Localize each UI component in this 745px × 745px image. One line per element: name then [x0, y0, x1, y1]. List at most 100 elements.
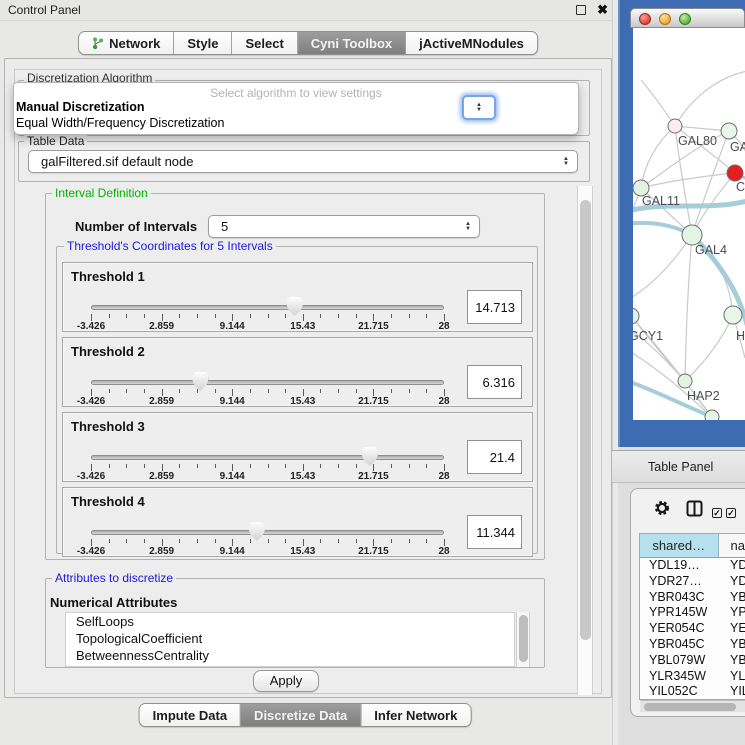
- table-data-combo[interactable]: galFiltered.sif default node ▲▼: [28, 150, 578, 173]
- cell-shared-name[interactable]: YBL079W: [640, 653, 726, 669]
- network-node[interactable]: [724, 306, 742, 324]
- num-intervals-value: 5: [209, 219, 461, 234]
- algorithm-combo-focused[interactable]: ▲▼: [462, 95, 496, 120]
- slider-tick: [179, 464, 180, 468]
- cell-shared-name[interactable]: YBR043C: [640, 590, 726, 606]
- threshold-value-field[interactable]: 14.713: [467, 290, 522, 324]
- zoom-traffic-light-icon[interactable]: [679, 13, 691, 25]
- slider-tick-label: -3.426: [63, 321, 119, 332]
- slider-tick: [109, 464, 110, 468]
- cell-shared-name[interactable]: YPR145W: [640, 605, 726, 621]
- slider-handle-icon[interactable]: [249, 522, 265, 541]
- network-node[interactable]: [721, 123, 737, 139]
- network-node[interactable]: [705, 410, 719, 420]
- apply-button[interactable]: Apply: [253, 670, 319, 692]
- network-node[interactable]: [633, 308, 639, 324]
- slider-tick-label: 2.859: [134, 546, 190, 557]
- table-row[interactable]: YDR27…YDR2: [640, 574, 745, 590]
- table-row[interactable]: YPR145WYPR1: [640, 605, 745, 621]
- tab-label: jActiveMNodules: [419, 36, 524, 51]
- minimize-traffic-light-icon[interactable]: [659, 13, 671, 25]
- cell-name[interactable]: YIL0: [726, 684, 745, 700]
- attributes-list-scrollbar[interactable]: [516, 612, 530, 667]
- network-window-titlebar[interactable]: [630, 8, 745, 28]
- column-header-name[interactable]: na: [719, 534, 745, 557]
- close-icon[interactable]: ✖: [597, 2, 608, 18]
- attribute-list-item[interactable]: BetweennessCentrality: [66, 647, 514, 664]
- tab-infer-network[interactable]: Infer Network: [361, 704, 470, 726]
- panel-scrollbar[interactable]: [577, 186, 593, 695]
- slider-track[interactable]: [91, 455, 444, 460]
- tab-cyni-toolbox[interactable]: Cyni Toolbox: [298, 32, 406, 54]
- num-intervals-combo[interactable]: 5 ▲▼: [208, 215, 480, 238]
- split-columns-icon[interactable]: [686, 500, 703, 522]
- cell-shared-name[interactable]: YIL052C: [640, 684, 726, 700]
- slider-tick: [320, 389, 321, 393]
- threshold-value-field[interactable]: 11.344: [467, 515, 522, 549]
- tab-style[interactable]: Style: [174, 32, 232, 54]
- table-data-group-label: Table Data: [24, 135, 87, 147]
- slider-handle-icon[interactable]: [287, 297, 303, 316]
- network-canvas[interactable]: GAL80GACGAL11GAL4GCY1HHAP2: [633, 28, 745, 420]
- slider-handle-icon[interactable]: [192, 372, 208, 391]
- slider-tick: [162, 314, 163, 321]
- cell-name[interactable]: YBR0: [726, 637, 745, 653]
- cell-name[interactable]: YPR1: [726, 605, 745, 621]
- slider-tick: [197, 539, 198, 543]
- attribute-list-item[interactable]: TopologicalCoefficient: [66, 630, 514, 647]
- tab-discretize-data[interactable]: Discretize Data: [241, 704, 361, 726]
- cell-shared-name[interactable]: YDL19…: [640, 558, 726, 574]
- table-horizontal-scrollbar[interactable]: [640, 700, 745, 712]
- close-traffic-light-icon[interactable]: [639, 13, 651, 25]
- threshold-value-field[interactable]: 6.316: [467, 365, 522, 399]
- table-row[interactable]: YDL19…YDL1: [640, 558, 745, 574]
- cell-name[interactable]: YDR2: [726, 574, 745, 590]
- tab-network[interactable]: Network: [79, 32, 174, 54]
- tab-impute-data[interactable]: Impute Data: [140, 704, 241, 726]
- checkbox-icon[interactable]: ✓: [712, 503, 722, 521]
- slider-tick: [162, 389, 163, 396]
- gear-icon[interactable]: [653, 499, 671, 522]
- column-header-shared[interactable]: shared…: [640, 534, 719, 557]
- slider-track[interactable]: [91, 305, 444, 310]
- slider-tick: [197, 464, 198, 468]
- numerical-attributes-list[interactable]: SelfLoopsTopologicalCoefficientBetweenne…: [65, 612, 515, 667]
- cell-name[interactable]: YBR0: [726, 590, 745, 606]
- slider-tick: [162, 539, 163, 546]
- cell-shared-name[interactable]: YBR045C: [640, 637, 726, 653]
- table-row[interactable]: YIL052CYIL0: [640, 684, 745, 700]
- table-row[interactable]: YBL079WYBL0: [640, 653, 745, 669]
- slider-tick: [179, 539, 180, 543]
- threshold-value-field[interactable]: 21.4: [467, 440, 522, 474]
- slider-tick-label: 15.43: [275, 396, 331, 407]
- attribute-list-item[interactable]: SelfLoops: [66, 613, 514, 630]
- threshold-box: Threshold 2 6.316 -3.4262.8599.14415.432…: [62, 337, 533, 407]
- table-row[interactable]: YBR043CYBR0: [640, 590, 745, 606]
- cell-name[interactable]: YLR3: [726, 669, 745, 685]
- network-node[interactable]: [682, 225, 702, 245]
- slider-track[interactable]: [91, 530, 444, 535]
- slider-tick-label: 9.144: [204, 546, 260, 557]
- cell-shared-name[interactable]: YDR27…: [640, 574, 726, 590]
- tab-jactivemnodules[interactable]: jActiveMNodules: [406, 32, 537, 54]
- table-row[interactable]: YBR045CYBR0: [640, 637, 745, 653]
- network-node[interactable]: [727, 165, 743, 181]
- slider-handle-icon[interactable]: [362, 447, 378, 466]
- cell-shared-name[interactable]: YER054C: [640, 621, 726, 637]
- float-window-icon[interactable]: [576, 5, 586, 15]
- cell-name[interactable]: YDL1: [726, 558, 745, 574]
- cell-shared-name[interactable]: YLR345W: [640, 669, 726, 685]
- slider-tick-label: 9.144: [204, 471, 260, 482]
- slider-tick: [250, 539, 251, 543]
- cell-name[interactable]: YER0: [726, 621, 745, 637]
- network-node[interactable]: [668, 119, 682, 133]
- tab-select[interactable]: Select: [232, 32, 297, 54]
- slider-tick: [285, 389, 286, 393]
- node-attribute-table[interactable]: shared… na YDL19…YDL1YDR27…YDR2YBR043CYB…: [639, 533, 745, 700]
- network-node[interactable]: [678, 374, 692, 388]
- cell-name[interactable]: YBL0: [726, 653, 745, 669]
- table-row[interactable]: YER054CYER0: [640, 621, 745, 637]
- slider-track[interactable]: [91, 380, 444, 385]
- table-row[interactable]: YLR345WYLR3: [640, 669, 745, 685]
- checkbox-icon[interactable]: ✓: [726, 503, 736, 521]
